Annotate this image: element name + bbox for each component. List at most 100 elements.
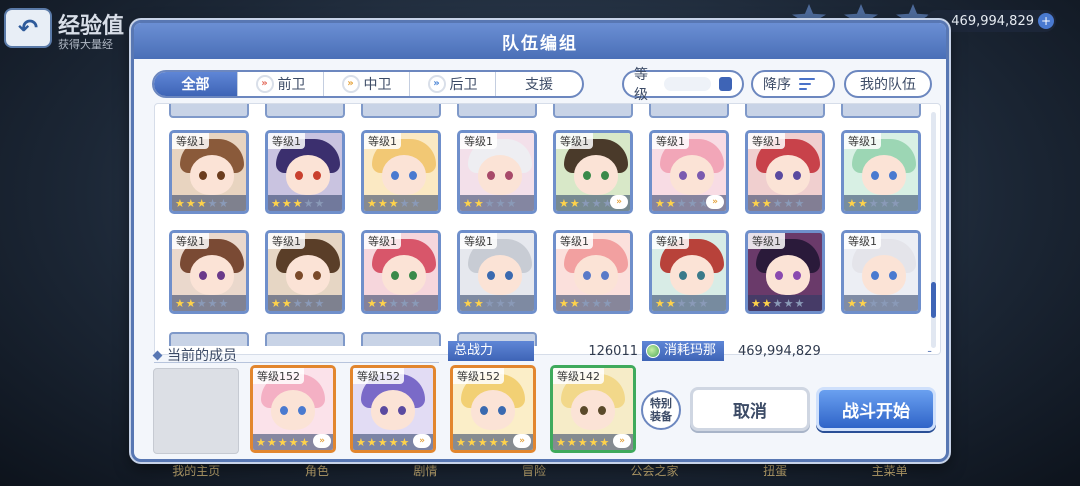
character-card[interactable]: 等级1 ★ ★ ★ ★ ★ [361, 130, 441, 214]
scroll-thumb[interactable] [931, 282, 936, 318]
character-card[interactable]: 等级1 ★ ★ ★ ★ ★ [457, 230, 537, 314]
character-card-partial[interactable] [169, 332, 249, 346]
filter-tab[interactable]: 全部 [154, 72, 238, 96]
star-icon: ★ [356, 435, 366, 449]
star-icon: ★ [388, 296, 399, 310]
team-member[interactable]: 等级142 ★ ★ ★ ★ ★» [550, 365, 636, 453]
character-card-partial[interactable] [265, 332, 345, 346]
filter-tab[interactable]: » 前卫 [238, 72, 324, 96]
star-icon: ★ [655, 196, 665, 210]
star-icon: ★ [655, 296, 665, 310]
sort-field-selector[interactable]: 等级 [622, 67, 744, 103]
star-rating: ★ ★ ★ ★ ★ [652, 295, 726, 311]
character-card-partial[interactable] [745, 104, 825, 118]
character-card[interactable]: 等级1 ★ ★ ★ ★ ★ [841, 230, 921, 314]
face [766, 155, 810, 195]
star-icon: ★ [303, 196, 314, 210]
team-member[interactable]: 等级152 ★ ★ ★ ★ ★» [450, 365, 536, 453]
nav-item[interactable]: 冒险 [522, 462, 546, 486]
character-card[interactable]: 等级1 ★ ★ ★ ★ ★ [745, 130, 825, 214]
star-icon: ★ [277, 435, 288, 449]
eye [313, 271, 321, 280]
character-card-partial[interactable] [841, 104, 921, 118]
character-card-partial[interactable] [361, 104, 441, 118]
star-rating: ★ ★ ★ ★ ★ [460, 195, 534, 211]
character-card-partial[interactable] [169, 104, 249, 118]
cancel-button[interactable]: 取消 [690, 387, 810, 431]
star-icon: ★ [185, 196, 196, 210]
character-card[interactable]: 等级1 ★ ★ ★ ★ ★ [457, 130, 537, 214]
character-card-partial[interactable] [649, 104, 729, 118]
face [271, 390, 315, 430]
nav-item[interactable]: 扭蛋 [763, 462, 787, 486]
add-money-icon[interactable]: + [1038, 13, 1054, 29]
sort-order-button[interactable]: 降序 [751, 70, 835, 98]
back-arrow-icon: ↶ [17, 14, 39, 42]
eye [871, 271, 879, 280]
star-icon: ★ [772, 296, 783, 310]
star-icon: ★ [473, 196, 484, 210]
character-card[interactable]: 等级1 ★ ★ ★ ★ ★ [361, 230, 441, 314]
level-label: 等级152 [353, 368, 404, 384]
nav-item[interactable]: 剧情 [413, 462, 437, 486]
character-card[interactable]: 等级1 ★ ★ ★ ★ ★ [169, 230, 249, 314]
roster-scrollbar[interactable] [931, 112, 936, 348]
sort-field-track [664, 77, 712, 91]
team-member[interactable]: 等级152 ★ ★ ★ ★ ★» [350, 365, 436, 453]
star-rating: ★ ★ ★ ★ ★ [172, 295, 246, 311]
character-card[interactable]: 等级1 ★ ★ ★ ★ ★ [553, 230, 633, 314]
divider [154, 362, 439, 363]
character-card[interactable]: 等级1 ★ ★ ★ ★ ★ [841, 130, 921, 214]
level-label: 等级1 [364, 133, 401, 149]
screen-subtitle: 获得大量经 [58, 38, 113, 51]
character-card[interactable]: 等级1 ★ ★ ★ ★ ★ [265, 130, 345, 214]
character-card[interactable]: 等级1 ★ ★ ★ ★ ★ [169, 130, 249, 214]
position-badge-icon: » [613, 434, 631, 448]
star-icon: ★ [783, 196, 794, 210]
special-equipment-button[interactable]: 特别装备 [641, 390, 681, 430]
filter-tab-label: 支援 [525, 77, 553, 93]
character-card[interactable]: 等级1 ★ ★ ★ ★ ★ [649, 230, 729, 314]
star-icon: ★ [388, 196, 399, 210]
eye [487, 171, 495, 180]
star-icon: ★ [473, 296, 484, 310]
nav-item[interactable]: 我的主页 [172, 462, 220, 486]
character-card-partial[interactable] [553, 104, 633, 118]
total-power-value: 126011 [588, 343, 638, 359]
character-card-partial[interactable] [265, 104, 345, 118]
character-card[interactable]: 等级1 ★ ★ ★ ★ ★» [553, 130, 633, 214]
eye [775, 171, 783, 180]
level-label: 等级1 [844, 133, 881, 149]
nav-item[interactable]: 公会之家 [631, 462, 679, 486]
star-icon: ★ [488, 435, 499, 449]
back-button[interactable]: ↶ [4, 8, 52, 48]
star-icon: ★ [399, 296, 410, 310]
star-icon: ★ [794, 196, 805, 210]
character-card[interactable]: 等级1 ★ ★ ★ ★ ★ [745, 230, 825, 314]
character-card[interactable]: 等级1 ★ ★ ★ ★ ★ [265, 230, 345, 314]
star-rating: ★ ★ ★ ★ ★ [556, 295, 630, 311]
my-team-button[interactable]: 我的队伍 [844, 70, 932, 98]
eye [505, 171, 513, 180]
star-icon: ★ [399, 196, 410, 210]
face [571, 390, 615, 430]
nav-item[interactable]: 主菜单 [872, 462, 908, 486]
start-battle-button[interactable]: 战斗开始 [816, 387, 936, 431]
character-card-partial[interactable] [457, 104, 537, 118]
eye [380, 406, 388, 415]
star-icon: ★ [847, 196, 857, 210]
filter-tab[interactable]: » 后卫 [410, 72, 496, 96]
filter-tab[interactable]: » 中卫 [324, 72, 410, 96]
mana-delta: - [927, 343, 932, 359]
star-rating: ★ ★ ★ ★ ★ [364, 195, 438, 211]
character-roster[interactable]: 等级1 ★ ★ ★ ★ ★ 等级1 ★ ★ ★ ★ ★ 等级1 ★ ★ ★ ★ ★ 等级1 ★ ★ ★ ★ ★ 等级1 ★ ★ ★ ★ ★… [154, 103, 941, 355]
empty-member-slot[interactable] [153, 368, 239, 454]
team-member[interactable]: 等级152 ★ ★ ★ ★ ★» [250, 365, 336, 453]
star-icon: ★ [569, 196, 580, 210]
eye [295, 271, 303, 280]
filter-tab[interactable]: 支援 [496, 72, 582, 96]
character-card[interactable]: 等级1 ★ ★ ★ ★ ★» [649, 130, 729, 214]
level-label: 等级1 [844, 233, 881, 249]
character-card-partial[interactable] [361, 332, 441, 346]
nav-item[interactable]: 角色 [305, 462, 329, 486]
